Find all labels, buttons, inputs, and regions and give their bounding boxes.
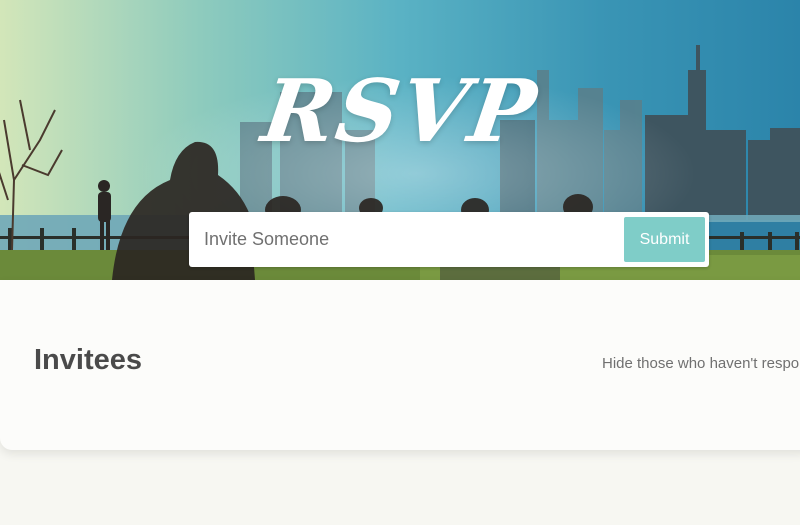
invite-input[interactable]	[189, 212, 609, 267]
submit-button[interactable]: Submit	[624, 217, 705, 262]
header-banner: RSVP Submit	[0, 0, 800, 280]
page: RSVP Submit Invitees Hide those who have…	[0, 0, 800, 525]
invite-form: Submit	[189, 212, 709, 267]
app-title: RSVP	[256, 61, 544, 162]
section-title: Invitees	[34, 344, 142, 376]
invitees-card: Invitees Hide those who haven't responde…	[0, 280, 800, 450]
hide-unresponded-filter[interactable]: Hide those who haven't responded	[602, 354, 800, 374]
